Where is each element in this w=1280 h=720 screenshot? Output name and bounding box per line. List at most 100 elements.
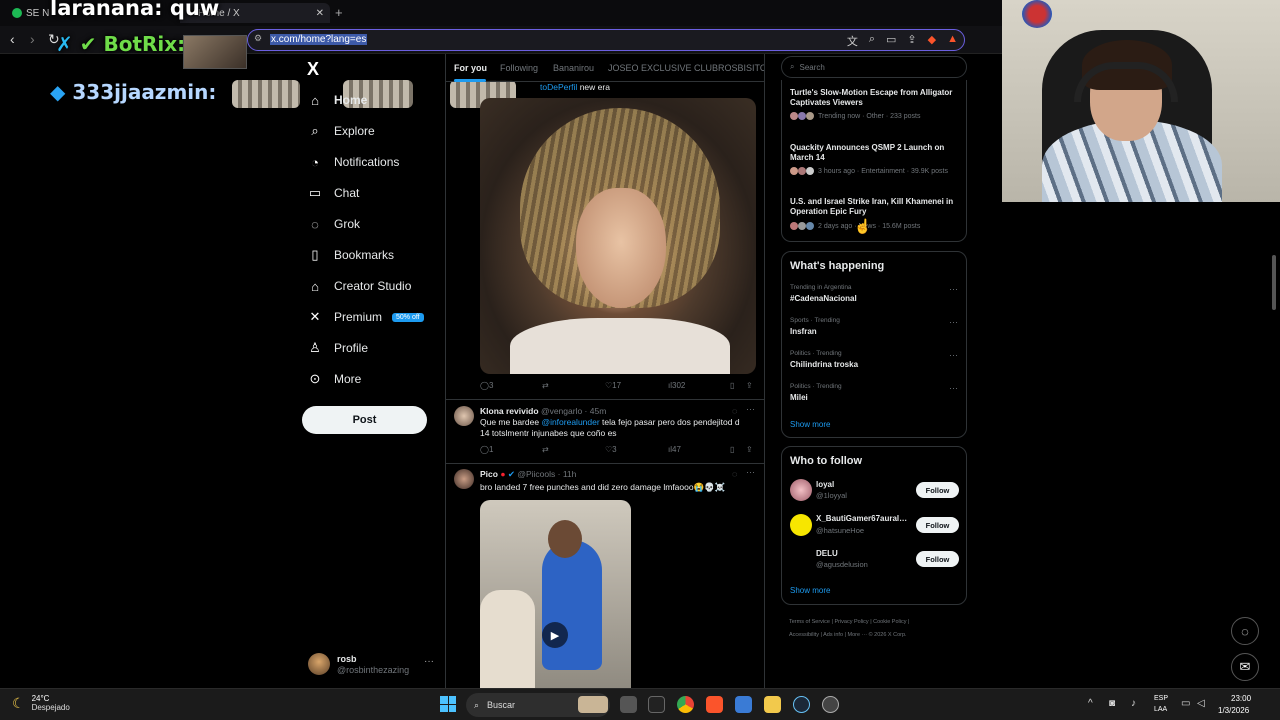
post-button[interactable]: Post — [302, 406, 427, 434]
widget-thumbnail[interactable] — [578, 696, 608, 713]
more-icon[interactable]: ··· — [949, 284, 958, 294]
tweet-time[interactable]: 45m — [590, 406, 607, 416]
follow-button[interactable]: Follow — [916, 551, 959, 567]
chrome-icon[interactable] — [677, 696, 694, 713]
news-headline[interactable]: U.S. and Israel Strike Iran, Kill Khamen… — [790, 197, 960, 217]
more-icon[interactable]: ··· — [424, 656, 434, 667]
share-button[interactable]: ⇪ — [746, 381, 753, 390]
trend-name[interactable]: #CadenaNacional — [790, 294, 857, 303]
more-icon[interactable]: ··· — [949, 383, 958, 393]
show-more-link[interactable]: Show more — [790, 420, 830, 429]
address-bar[interactable]: ⚙ x.com/home?lang=es 文 ⌕ ▭ ⇪ ◆ ▲ — [247, 29, 965, 51]
mention-link[interactable]: @inforealunder — [541, 417, 599, 427]
share-icon[interactable]: ⇪ — [907, 33, 916, 49]
nav-bookmarks[interactable]: ▯ Bookmarks — [308, 243, 394, 267]
footer-line[interactable]: Accessibility | Ads info | More ··· © 20… — [789, 629, 969, 642]
folder-icon[interactable] — [764, 696, 781, 713]
nav-explore[interactable]: ⌕ Explore — [308, 119, 374, 143]
avatar[interactable] — [454, 406, 474, 426]
brave-shield-icon[interactable]: ◆ — [928, 33, 936, 49]
clock-time[interactable]: 23:00 — [1231, 694, 1251, 703]
reply-button[interactable]: ◯ 3 — [480, 381, 493, 390]
mention-link[interactable]: toDePerfil — [540, 82, 577, 92]
trend-name[interactable]: Insfran — [790, 327, 817, 336]
zoom-icon[interactable]: ⌕ — [869, 33, 875, 49]
views-button[interactable]: ıl 47 — [668, 445, 681, 454]
like-button[interactable]: ♡ 17 — [605, 381, 621, 390]
search-input[interactable]: ⌕ Search — [781, 56, 967, 78]
repost-button[interactable]: ⇄ — [542, 445, 549, 454]
epic-games-icon[interactable] — [648, 696, 665, 713]
url-text[interactable]: x.com/home?lang=es — [270, 34, 368, 45]
file-explorer-icon[interactable] — [620, 696, 637, 713]
account-switcher[interactable]: rosb @rosbinthezazing ··· — [308, 652, 436, 678]
volume-icon[interactable]: ◁ — [1197, 698, 1205, 709]
nav-creator-studio[interactable]: ⌂ Creator Studio — [308, 274, 411, 298]
clock-date[interactable]: 1/3/2026 — [1218, 706, 1249, 715]
more-icon[interactable]: ··· — [746, 404, 755, 414]
nav-notifications[interactable]: ◔ Notifications — [308, 150, 399, 174]
scrollbar[interactable] — [1272, 255, 1276, 310]
tab-rosbisitos[interactable]: ROSBISITOS — [718, 63, 764, 73]
views-button[interactable]: ıl 302 — [668, 381, 685, 390]
start-button[interactable] — [440, 696, 456, 712]
translate-icon[interactable]: 文 — [847, 33, 858, 49]
more-icon[interactable]: ··· — [949, 350, 958, 360]
nav-more[interactable]: ⊙ More — [308, 367, 362, 391]
bookmark-button[interactable]: ▯ — [730, 445, 734, 454]
follow-button[interactable]: Follow — [916, 482, 959, 498]
trend-name[interactable]: Milei — [790, 393, 808, 402]
messages-fab-icon[interactable]: ✉ — [1231, 653, 1259, 681]
tab-following[interactable]: Following — [500, 63, 538, 73]
nav-profile[interactable]: ♙ Profile — [308, 336, 368, 360]
play-icon[interactable]: ▶ — [542, 622, 568, 648]
show-more-link[interactable]: Show more — [790, 586, 830, 595]
footer-line[interactable]: Terms of Service | Privacy Policy | Cook… — [789, 616, 969, 629]
steam-icon[interactable] — [793, 696, 810, 713]
tweet-image[interactable] — [480, 98, 756, 374]
nav-chat[interactable]: ▭ Chat — [308, 181, 360, 205]
author-name[interactable]: Klona revivido — [480, 406, 539, 416]
weather-widget[interactable]: ☾ 24°C Despejado — [12, 694, 70, 712]
author-handle[interactable]: @vengarlo — [541, 406, 582, 416]
close-tab-icon[interactable]: ✕ — [316, 8, 324, 19]
language-indicator[interactable]: ESP — [1154, 695, 1168, 702]
grok-icon[interactable]: ◌ — [732, 406, 737, 416]
brave-icon[interactable] — [706, 696, 723, 713]
avatar[interactable] — [790, 514, 812, 536]
brave-rewards-icon[interactable]: ▲ — [947, 33, 958, 49]
tweet-video[interactable]: ▶ — [480, 500, 631, 690]
nav-grok[interactable]: ◌ Grok — [308, 212, 360, 236]
site-settings-icon[interactable]: ⚙ — [254, 33, 262, 44]
avatar[interactable] — [454, 469, 474, 489]
follow-name[interactable]: DELU — [816, 549, 908, 558]
author-name[interactable]: Pico — [480, 469, 498, 479]
mic-icon[interactable]: ♪ — [1131, 698, 1136, 709]
like-button[interactable]: ♡ 3 — [605, 445, 617, 454]
news-headline[interactable]: Quackity Announces QSMP 2 Launch on Marc… — [790, 143, 960, 163]
tab-bananirou[interactable]: Bananirou — [553, 63, 594, 73]
back-button[interactable]: ‹ — [10, 31, 15, 47]
keyboard-layout[interactable]: LAA — [1154, 706, 1167, 713]
reply-button[interactable]: ◯ 1 — [480, 445, 493, 454]
bookmark-button[interactable]: ▯ — [730, 381, 734, 390]
discord-icon[interactable]: ◙ — [1109, 698, 1115, 709]
tab-joseo-club[interactable]: JOSEO EXCLUSIVE CLUB — [608, 63, 718, 73]
nav-home[interactable]: ⌂ Home — [308, 88, 367, 112]
network-icon[interactable]: ▭ — [1181, 698, 1190, 709]
tweet-time[interactable]: 11h — [563, 469, 577, 479]
nav-premium[interactable]: ✕ Premium 50% off — [308, 305, 424, 329]
news-headline[interactable]: Turtle's Slow-Motion Escape from Alligat… — [790, 88, 960, 108]
grok-fab-icon[interactable]: ◌ — [1231, 617, 1259, 645]
share-button[interactable]: ⇪ — [746, 445, 753, 454]
new-tab-button[interactable]: + — [335, 5, 343, 20]
trend-name[interactable]: Chilindrina troska — [790, 360, 858, 369]
author-handle[interactable]: @Piicools — [517, 469, 555, 479]
grok-icon[interactable]: ◌ — [732, 469, 737, 479]
obs-icon[interactable] — [822, 696, 839, 713]
more-icon[interactable]: ··· — [746, 467, 755, 477]
follow-button[interactable]: Follow — [916, 517, 959, 533]
avatar[interactable] — [790, 479, 812, 501]
forward-button[interactable]: › — [30, 31, 35, 47]
store-icon[interactable] — [735, 696, 752, 713]
